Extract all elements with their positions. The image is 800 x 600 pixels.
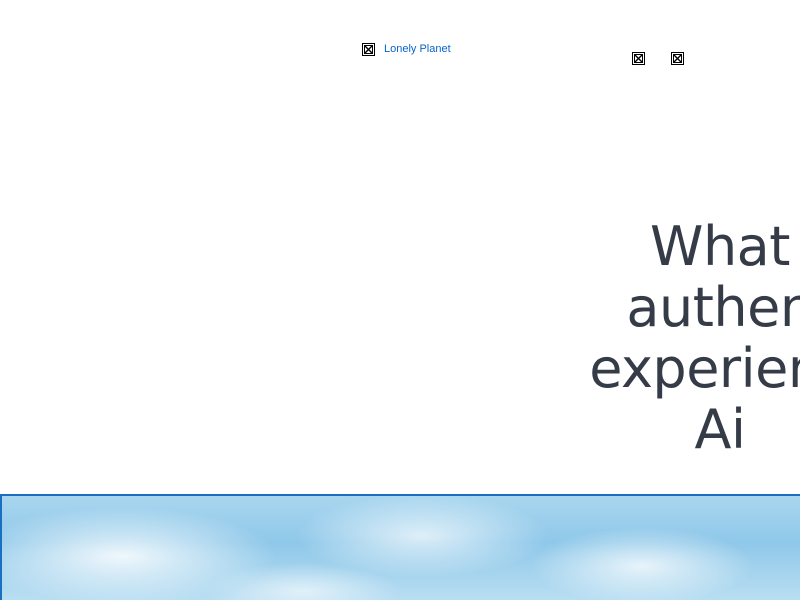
broken-image-icon — [632, 52, 645, 65]
headline-line: Ai — [694, 398, 746, 461]
headline-line: What — [650, 215, 790, 278]
broken-image-icon — [671, 52, 684, 65]
page: Lonely Planet What authen experienc Ai — [0, 0, 800, 600]
hero-headline: What authen experienc Ai — [510, 216, 800, 460]
headline-line: authen — [626, 276, 800, 339]
headline-line: experienc — [589, 337, 800, 400]
broken-image-icon — [362, 43, 375, 56]
logo-link[interactable]: Lonely Planet — [384, 42, 451, 56]
hero-sky-image — [0, 494, 800, 600]
